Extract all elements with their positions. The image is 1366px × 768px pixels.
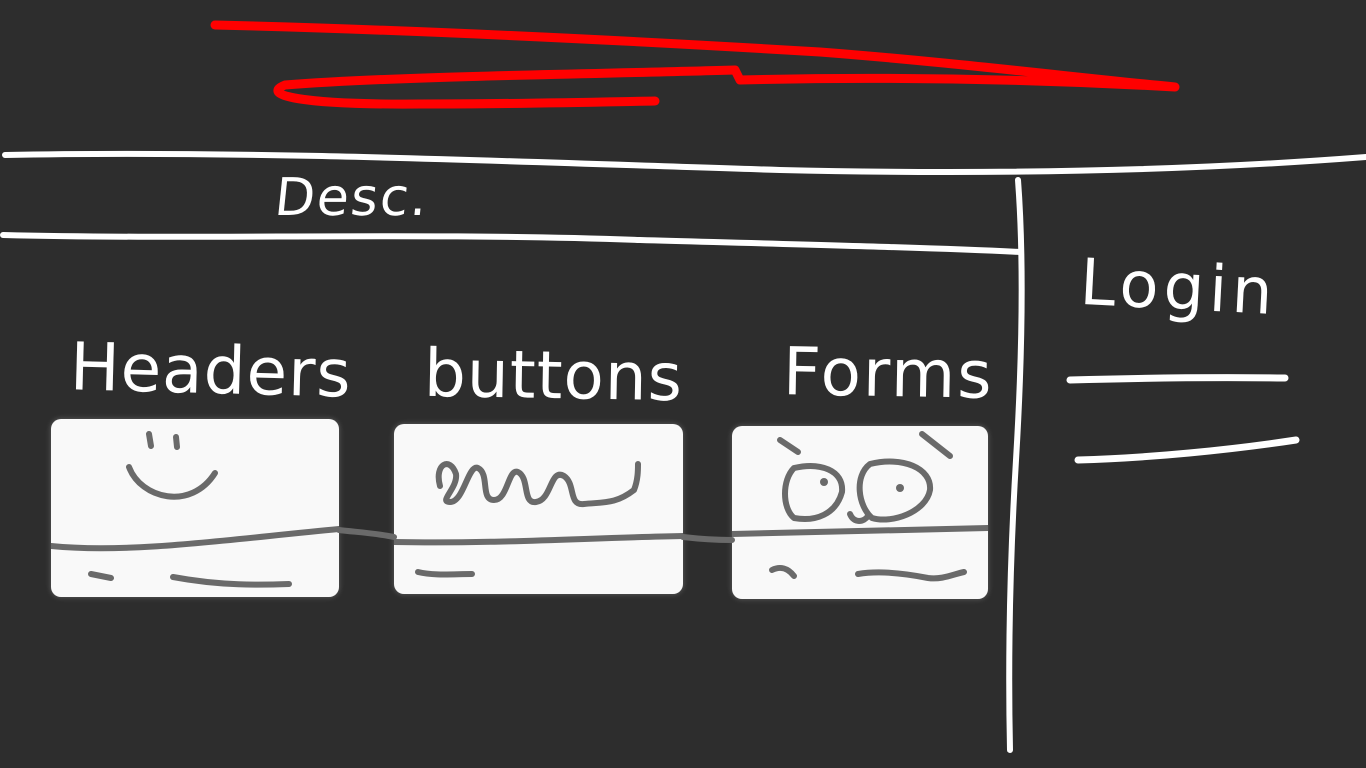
- desc-label: Desc.: [271, 168, 433, 228]
- login-label: Login: [1078, 245, 1280, 331]
- card-forms: [732, 426, 988, 599]
- login-input-line-2: [1074, 436, 1300, 464]
- button-row-icon: [394, 461, 683, 578]
- card-buttons: [394, 424, 683, 594]
- login-input-line-1: [1066, 374, 1289, 384]
- sketch-board: Desc. Headers buttons Forms Login: [0, 0, 1366, 768]
- desc-divider-line: [0, 232, 1023, 255]
- title-scribble: [210, 20, 1180, 109]
- smiley-icon: [51, 431, 339, 588]
- section-label-headers: Headers: [69, 328, 353, 413]
- vertical-divider-line: [1006, 177, 1025, 753]
- section-label-buttons: buttons: [423, 334, 684, 417]
- header-divider-line: [2, 150, 1366, 175]
- section-label-forms: Forms: [782, 333, 995, 414]
- card-headers: [51, 419, 339, 597]
- glasses-icon: [732, 431, 988, 582]
